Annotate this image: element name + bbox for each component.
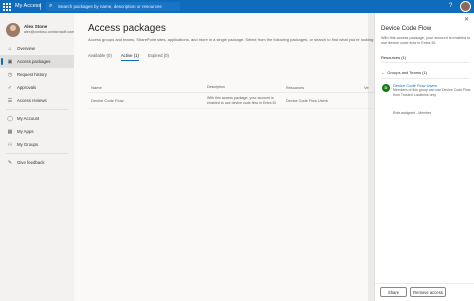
nav-item-give-feedback[interactable]: ✎ Give feedback	[0, 156, 74, 169]
nav-list: ⌂ Overview ▣ Access packages ◷ Request h…	[0, 42, 74, 169]
column-header-resources[interactable]: Resources	[286, 86, 364, 90]
nav-divider	[6, 109, 68, 110]
row-description: With this access package, your account i…	[207, 96, 277, 105]
nav-item-label: My Groups	[17, 142, 39, 147]
divider	[40, 3, 41, 10]
chevron-down-icon: ⌄	[381, 70, 385, 75]
review-icon: ☰	[7, 97, 13, 104]
account-avatar[interactable]	[460, 1, 471, 12]
nav-item-access-reviews[interactable]: ☰ Access reviews	[0, 94, 74, 107]
resource-description: Members of this group can use Device Cod…	[393, 88, 471, 97]
tab-expired[interactable]: Expired (0)	[148, 53, 169, 61]
apps-icon: ▦	[7, 128, 13, 135]
nav-divider	[6, 153, 68, 154]
person-icon: ◯	[7, 115, 13, 122]
details-panel: ✕ Device Code Flow With this access pack…	[374, 13, 474, 301]
nav-item-request-history[interactable]: ◷ Request history	[0, 68, 74, 81]
divider	[375, 283, 474, 284]
feedback-icon: ✎	[7, 159, 13, 166]
group-icon: D	[382, 84, 390, 92]
nav-item-my-groups[interactable]: ⚇ My Groups	[0, 138, 74, 151]
nav-item-my-apps[interactable]: ▦ My Apps	[0, 125, 74, 138]
user-name: Alex Stone	[24, 24, 48, 29]
waffle-icon[interactable]	[3, 3, 11, 11]
column-header-name[interactable]: Name	[88, 85, 207, 90]
packages-table: Name Description Resources Ve Device Cod…	[88, 83, 374, 109]
user-email: alex@contoso.onmicrosoft.com	[24, 30, 75, 34]
search-input[interactable]: ⌕ Search packages by name, description o…	[46, 2, 180, 11]
nav-item-label: Approvals	[17, 85, 37, 90]
avatar	[6, 23, 20, 37]
main-content: Access packages Access groups and teams,…	[74, 13, 378, 301]
remove-access-button[interactable]: Remove access	[410, 287, 446, 297]
share-button[interactable]: Share	[380, 287, 407, 297]
resource-role: Role assigned - Member	[393, 111, 432, 115]
top-bar: My Access ⌕ Search packages by name, des…	[0, 0, 474, 13]
groups-section-label: Groups and Teams (1)	[387, 70, 428, 75]
nav-item-access-packages[interactable]: ▣ Access packages	[0, 55, 74, 68]
panel-description: With this access package, your account i…	[381, 36, 471, 45]
page-description: Access groups and teams, SharePoint site…	[88, 37, 378, 42]
groups-section-toggle[interactable]: ⌄ Groups and Teams (1)	[381, 70, 427, 75]
question-icon[interactable]: ?	[449, 2, 452, 11]
divider	[381, 62, 469, 63]
nav-item-label: Request history	[17, 72, 47, 77]
nav-item-my-account[interactable]: ◯ My Account	[0, 112, 74, 125]
search-icon: ⌕	[49, 3, 53, 9]
history-icon: ◷	[7, 71, 13, 78]
panel-title: Device Code Flow	[381, 25, 432, 32]
nav-item-label: Give feedback	[17, 160, 45, 165]
left-navigation: Alex Stone alex@contoso.onmicrosoft.com …	[0, 13, 74, 301]
tab-active[interactable]: Active (1)	[120, 53, 139, 61]
nav-item-label: Access packages	[17, 59, 51, 64]
nav-item-overview[interactable]: ⌂ Overview	[0, 42, 74, 55]
package-icon: ▣	[7, 58, 13, 65]
home-icon: ⌂	[8, 45, 12, 52]
divider	[381, 78, 469, 79]
tab-available[interactable]: Available (0)	[88, 53, 112, 61]
close-icon[interactable]: ✕	[464, 16, 469, 23]
page-title: Access packages	[88, 23, 166, 34]
table-header: Name Description Resources Ve	[88, 83, 374, 93]
nav-item-approvals[interactable]: ✓ Approvals	[0, 81, 74, 94]
nav-item-label: My Account	[17, 116, 40, 121]
tab-list: Available (0) Active (1) Expired (0)	[88, 53, 178, 61]
row-resources: Device Code Flow Users	[286, 98, 328, 103]
column-header-description[interactable]: Description	[207, 85, 286, 90]
nav-item-label: My Apps	[17, 129, 34, 134]
groups-icon: ⚇	[7, 141, 13, 148]
table-row[interactable]: Device Code Flow With this access packag…	[88, 93, 374, 109]
row-name[interactable]: Device Code Flow	[88, 98, 207, 103]
approval-icon: ✓	[7, 84, 13, 91]
app-title[interactable]: My Access	[15, 2, 41, 11]
nav-item-label: Overview	[17, 46, 35, 51]
nav-item-label: Access reviews	[17, 98, 47, 103]
search-placeholder: Search packages by name, description or …	[58, 4, 162, 9]
